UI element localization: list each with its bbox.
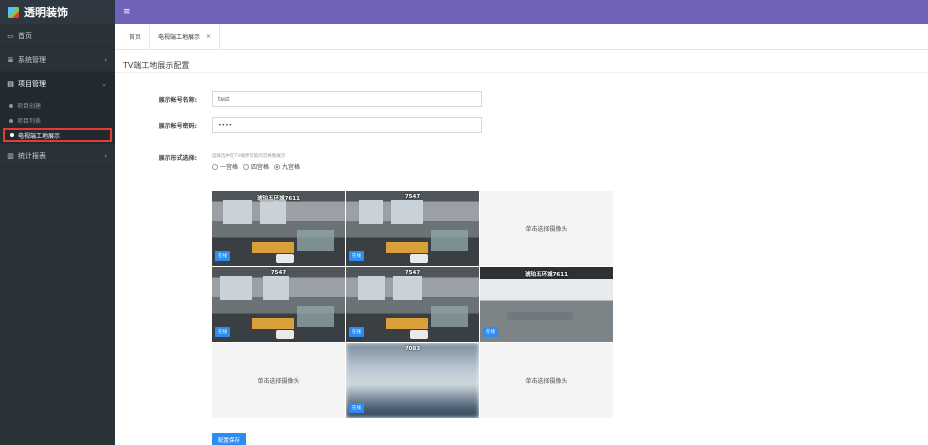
radio-nine-grid[interactable]: 九宫格 bbox=[274, 162, 300, 171]
chevron-down-icon: ⌄ bbox=[101, 80, 107, 88]
camera-title: 7083 bbox=[404, 346, 421, 352]
tab-label: 电视端工地展示 bbox=[158, 34, 201, 41]
logo-icon bbox=[8, 6, 19, 18]
status-badge: 在线 bbox=[483, 327, 498, 337]
camera-cell-2[interactable]: 7547 在线 bbox=[346, 191, 479, 266]
menu-toggle-icon[interactable]: ≡ bbox=[123, 7, 131, 17]
sidebar-item-system[interactable]: ≣ 系统管理 ‹ bbox=[0, 48, 115, 72]
sidebar-item-label: 系统管理 bbox=[18, 55, 46, 64]
app-title: 透明装饰 bbox=[24, 6, 68, 19]
sidebar-item-label: 项目管理 bbox=[18, 79, 46, 88]
document-icon: ▤ bbox=[7, 79, 14, 88]
camera-cell-1[interactable]: 琥珀五环城7611 在线 bbox=[212, 191, 345, 266]
project-submenu: 项目创建 项目列表 电视端工地展示 bbox=[0, 96, 115, 144]
camera-cell-4[interactable]: 7547 在线 bbox=[212, 267, 345, 342]
sidebar-subitem-label: 项目列表 bbox=[17, 118, 42, 125]
status-badge: 在线 bbox=[349, 251, 364, 261]
camera-cell-7[interactable]: 单击选择摄像头 bbox=[212, 343, 345, 418]
display-options: 选择选中在TV端界可能的宫格数展示 一宫格 四宫格 九宫格 bbox=[212, 153, 305, 171]
tab-label: 首页 bbox=[129, 34, 142, 41]
select-camera-placeholder: 单击选择摄像头 bbox=[257, 378, 300, 385]
sidebar-item-home[interactable]: ▭ 首页 bbox=[0, 24, 115, 48]
sidebar-item-project[interactable]: ▤ 项目管理 ⌄ bbox=[0, 72, 115, 96]
dot-icon bbox=[10, 133, 14, 137]
sidebar-subitem-list[interactable]: 项目列表 bbox=[0, 113, 115, 128]
camera-feed-image bbox=[212, 191, 345, 266]
main-content: TV端工地展示配置 展示帐号名称: test 展示帐号密码: •••• 展示形式… bbox=[115, 51, 928, 445]
camera-feed-image bbox=[346, 343, 479, 418]
list-icon: ≣ bbox=[7, 55, 14, 64]
camera-cell-9[interactable]: 单击选择摄像头 bbox=[480, 343, 613, 418]
camera-title: 7547 bbox=[404, 270, 421, 276]
chevron-left-icon: ‹ bbox=[104, 152, 107, 160]
sidebar-subitem-create[interactable]: 项目创建 bbox=[0, 98, 115, 113]
camera-feed-image bbox=[212, 267, 345, 342]
status-badge: 在线 bbox=[215, 251, 230, 261]
sidebar-item-label: 统计报表 bbox=[18, 151, 46, 160]
select-camera-placeholder: 单击选择摄像头 bbox=[525, 226, 568, 233]
camera-title: 琥珀五环城7611 bbox=[257, 196, 300, 202]
brand[interactable]: 透明装饰 bbox=[0, 0, 115, 24]
sidebar-subitem-label: 项目创建 bbox=[17, 103, 42, 110]
camera-feed-image bbox=[346, 191, 479, 266]
display-row: 展示形式选择: bbox=[115, 153, 197, 162]
save-config-button[interactable]: 配置保存 bbox=[212, 433, 247, 445]
dot-icon bbox=[9, 118, 13, 123]
page-title: TV端工地展示配置 bbox=[115, 51, 928, 73]
tab-bar: 首页 电视端工地展示 × bbox=[115, 23, 928, 50]
sidebar: 透明装饰 ▭ 首页 ≣ 系统管理 ‹ ▤ 项目管理 ⌄ 项目创建 项目列表 电视… bbox=[0, 0, 115, 445]
camera-feed-image bbox=[480, 267, 613, 342]
radio-checked-icon bbox=[274, 163, 281, 170]
camera-cell-3[interactable]: 单击选择摄像头 bbox=[480, 191, 613, 266]
camera-title: 7547 bbox=[404, 194, 421, 200]
camera-cell-8[interactable]: 7083 在线 bbox=[346, 343, 479, 418]
dot-icon bbox=[9, 103, 13, 108]
sidebar-item-reports[interactable]: ▥ 统计报表 ‹ bbox=[0, 144, 115, 168]
camera-grid: 琥珀五环城7611 在线 7547 在线 单击选择摄像头 7547 在线 754… bbox=[212, 191, 613, 418]
display-hint: 选择选中在TV端界可能的宫格数展示 bbox=[212, 154, 286, 159]
radio-icon bbox=[212, 163, 218, 170]
account-input[interactable]: test bbox=[212, 91, 482, 107]
sidebar-subitem-tv-display[interactable]: 电视端工地展示 bbox=[3, 128, 112, 142]
radio-label: 四宫格 bbox=[251, 164, 270, 171]
radio-four-grid[interactable]: 四宫格 bbox=[243, 162, 269, 171]
sidebar-item-label: 首页 bbox=[18, 31, 32, 40]
camera-cell-5[interactable]: 7547 在线 bbox=[346, 267, 479, 342]
camera-cell-6[interactable]: 琥珀五环城7611 在线 bbox=[480, 267, 613, 342]
sidebar-subitem-label: 电视端工地展示 bbox=[18, 132, 61, 140]
camera-title: 7547 bbox=[270, 270, 287, 276]
select-camera-placeholder: 单击选择摄像头 bbox=[525, 378, 568, 385]
tab-home[interactable]: 首页 bbox=[121, 24, 149, 50]
display-label: 展示形式选择: bbox=[158, 155, 197, 162]
radio-group: 一宫格 四宫格 九宫格 bbox=[212, 162, 305, 171]
password-row: 展示帐号密码: •••• bbox=[115, 117, 482, 133]
chevron-left-icon: ‹ bbox=[104, 56, 107, 64]
bar-chart-icon: ▥ bbox=[7, 151, 14, 160]
password-input[interactable]: •••• bbox=[212, 117, 482, 133]
monitor-icon: ▭ bbox=[7, 31, 14, 40]
radio-label: 一宫格 bbox=[220, 164, 239, 171]
close-icon[interactable]: × bbox=[206, 33, 211, 40]
camera-title: 琥珀五环城7611 bbox=[525, 272, 568, 278]
account-row: 展示帐号名称: test bbox=[115, 91, 482, 107]
password-label: 展示帐号密码: bbox=[158, 122, 197, 130]
radio-one-grid[interactable]: 一宫格 bbox=[212, 162, 238, 171]
account-label: 展示帐号名称: bbox=[158, 96, 197, 104]
camera-feed-image bbox=[346, 267, 479, 342]
status-badge: 在线 bbox=[215, 327, 230, 337]
top-bar: ≡ bbox=[115, 0, 928, 24]
radio-icon bbox=[243, 163, 250, 170]
status-badge: 在线 bbox=[349, 327, 364, 337]
radio-label: 九宫格 bbox=[282, 164, 301, 171]
status-badge: 在线 bbox=[349, 403, 364, 413]
tab-tv-display[interactable]: 电视端工地展示 × bbox=[149, 23, 221, 50]
